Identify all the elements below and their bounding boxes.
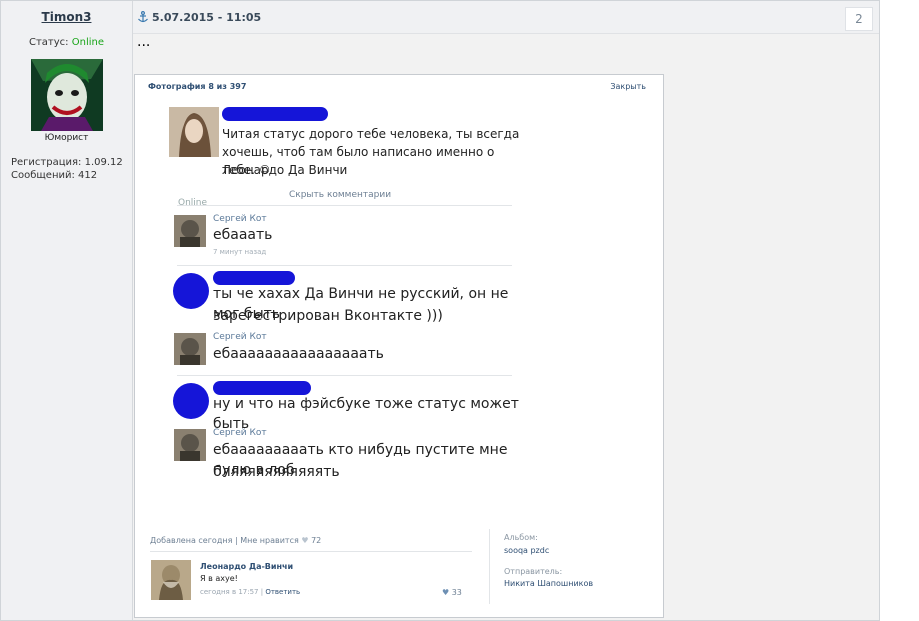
divider: [177, 205, 512, 206]
comment-meta: сегодня в 17:57 | Ответить: [200, 588, 300, 596]
sender-label: Отправитель:: [504, 567, 563, 576]
comment-time: 7 минут назад: [213, 248, 267, 256]
redacted-name: [213, 271, 295, 285]
divider: [177, 265, 512, 266]
photo-counter: Фотография 8 из 397: [148, 82, 247, 91]
post-body: ... Фотография 8 из 397 Закрыть Online Ч…: [133, 34, 879, 620]
comment-like-count: 33: [451, 588, 462, 597]
page-gutter: [880, 0, 919, 621]
comment-likes: ♥ 33: [442, 588, 462, 597]
heart-icon: ♥: [301, 536, 309, 545]
comment-text: зарегестрирован Вконтакте ))): [213, 308, 443, 324]
divider: [177, 375, 512, 376]
commenter-avatar: [174, 215, 206, 247]
reply-link: Ответить: [265, 588, 301, 596]
redacted-name: [222, 107, 328, 121]
status-author-photo: [169, 107, 219, 157]
da-vinci-avatar: [151, 560, 191, 600]
redacted-name: [213, 381, 311, 395]
commenter-avatar: [174, 429, 206, 461]
attached-screenshot: Фотография 8 из 397 Закрыть Online Читая…: [134, 74, 664, 618]
anchor-icon[interactable]: [137, 11, 149, 23]
comment-text: Я в ахуе!: [200, 574, 238, 583]
divider: [489, 529, 490, 604]
comment-text: бляяяяяяяяяяять: [213, 464, 340, 480]
post-text: ...: [137, 34, 151, 50]
comment-text: ебааать: [213, 227, 273, 243]
comment-author: Леонардо Да-Винчи: [200, 562, 294, 571]
message-count: Сообщений: 412: [11, 170, 98, 181]
status-screenshot: Online Читая статус дорого тебе человека…: [167, 103, 531, 505]
post-header: 5.07.2015 - 11:05 2: [133, 1, 879, 34]
redacted-avatar: [173, 273, 209, 309]
added-date: Добавлена сегодня: [150, 536, 233, 545]
divider: [150, 551, 472, 552]
author-column: Timon3 Статус: Online Юморист Регистраци…: [1, 1, 133, 620]
like-count: 72: [311, 536, 322, 545]
status-line-1: Читая статус дорого тебе человека, ты вс…: [222, 127, 520, 141]
comment-author: Сергей Кот: [213, 214, 267, 224]
post-number[interactable]: 2: [845, 7, 873, 31]
photo-footer-info: Добавлена сегодня | Мне нравится ♥ 72: [150, 536, 321, 545]
redacted-avatar: [173, 383, 209, 419]
album-label: Альбом:: [504, 533, 538, 542]
author-status: Статус: Online: [1, 37, 132, 48]
post-date: 5.07.2015 - 11:05: [152, 11, 262, 24]
heart-icon: ♥: [442, 588, 450, 597]
registration-date: Регистрация: 1.09.12: [11, 157, 123, 168]
author-rank: Юморист: [44, 133, 89, 143]
forum-post: Timon3 Статус: Online Юморист Регистраци…: [0, 0, 880, 621]
status-label: Статус:: [29, 37, 69, 48]
status-line-3: Леонардо Да Винчи: [222, 163, 348, 177]
album-value: sooqa pzdc: [504, 546, 550, 555]
author-stats: Регистрация: 1.09.12 Сообщений: 412: [11, 156, 123, 182]
hide-comments-link: Скрыть комментарии: [289, 190, 392, 200]
status-online: Online: [178, 198, 208, 208]
comment-author: Сергей Кот: [213, 428, 267, 438]
comment-text: ебаааааааааааааааать: [213, 346, 384, 362]
photo-close-link: Закрыть: [610, 82, 646, 91]
sender-value: Никита Шапошников: [504, 579, 594, 588]
comment-time: сегодня в 17:57: [200, 588, 259, 596]
status-value: Online: [71, 37, 104, 48]
author-avatar[interactable]: [31, 59, 103, 131]
comment-author: Сергей Кот: [213, 332, 267, 342]
commenter-avatar: [174, 333, 206, 365]
author-username[interactable]: Timon3: [1, 10, 132, 24]
like-link: Мне нравится: [240, 536, 299, 545]
